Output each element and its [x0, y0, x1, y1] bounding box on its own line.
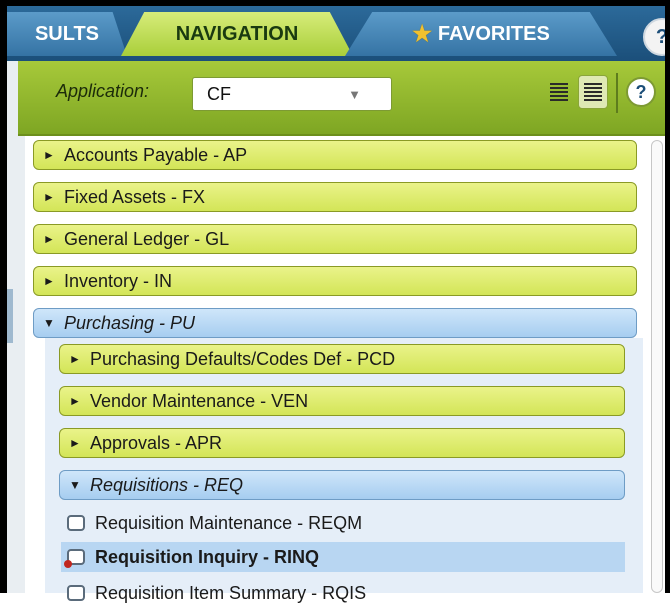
tab-navigation[interactable]: NAVIGATION — [121, 12, 353, 56]
star-icon: ★ — [412, 21, 432, 46]
tree-node-requisitions[interactable]: ▼ Requisitions - REQ — [59, 470, 625, 500]
help-icon: ? — [635, 81, 647, 102]
collapse-all-button[interactable] — [544, 75, 574, 109]
tab-bar: SULTS NAVIGATION ★ FAVORITES ? — [7, 6, 670, 61]
expand-arrow-icon: ► — [43, 232, 55, 246]
tree-node-vendor-maintenance[interactable]: ► Vendor Maintenance - VEN — [59, 386, 625, 416]
document-icon — [67, 515, 85, 531]
document-alert-icon — [64, 549, 85, 568]
tree-leaf-requisition-item-summary[interactable]: Requisition Item Summary - RQIS — [61, 578, 625, 608]
tree-node-label: Fixed Assets - FX — [64, 186, 206, 207]
tree-node-label: Approvals - APR — [90, 432, 223, 453]
vertical-scrollbar[interactable] — [651, 140, 663, 593]
navigation-tree: ► Accounts Payable - AP ► Fixed Assets -… — [25, 136, 665, 603]
collapsed-left-panel — [7, 61, 25, 593]
toolbar-divider — [616, 73, 618, 113]
tree-node-label: Purchasing Defaults/Codes Def - PCD — [90, 348, 396, 369]
application-select[interactable]: CF ▼ — [192, 77, 392, 111]
tab-navigation-label: NAVIGATION — [175, 22, 299, 45]
expand-arrow-icon: ► — [69, 394, 81, 408]
tree-leaf-label: Requisition Maintenance - REQM — [95, 512, 363, 533]
tree-leaf-requisition-inquiry[interactable]: Requisition Inquiry - RINQ — [61, 542, 625, 572]
tab-favorites[interactable]: ★ FAVORITES — [345, 12, 617, 56]
tree-node-purchasing-defaults[interactable]: ► Purchasing Defaults/Codes Def - PCD — [59, 344, 625, 374]
tree-node-approvals[interactable]: ► Approvals - APR — [59, 428, 625, 458]
tree-leaf-label: Requisition Inquiry - RINQ — [95, 546, 319, 567]
tree-node-label: General Ledger - GL — [64, 228, 230, 249]
tree-node-label: Purchasing - PU — [64, 312, 196, 333]
align-lines-icon — [584, 81, 602, 103]
collapse-arrow-icon: ▼ — [69, 478, 81, 492]
window-frame-right — [665, 0, 670, 593]
chevron-down-icon: ▼ — [348, 87, 361, 102]
tree-node-general-ledger[interactable]: ► General Ledger - GL — [33, 224, 637, 254]
align-lines-icon — [550, 81, 568, 103]
tree-node-label: Inventory - IN — [64, 270, 173, 291]
document-icon — [67, 585, 85, 601]
tree-leaf-label: Requisition Item Summary - RQIS — [95, 582, 367, 603]
collapse-arrow-icon: ▼ — [43, 316, 55, 330]
tab-results-label: SULTS — [34, 22, 100, 45]
expand-all-button[interactable] — [578, 75, 608, 109]
expand-arrow-icon: ► — [43, 274, 55, 288]
expand-arrow-icon: ► — [43, 148, 55, 162]
panel-resize-handle[interactable] — [7, 289, 13, 343]
tree-node-label: Requisitions - REQ — [90, 474, 244, 495]
application-select-value: CF — [207, 83, 231, 104]
tree-node-purchasing[interactable]: ▼ Purchasing - PU — [33, 308, 637, 338]
help-button[interactable]: ? — [626, 77, 656, 107]
application-label: Application: — [56, 81, 150, 101]
tree-node-inventory[interactable]: ► Inventory - IN — [33, 266, 637, 296]
tree-node-accounts-payable[interactable]: ► Accounts Payable - AP — [33, 140, 637, 170]
application-bar: Application: CF ▼ ? — [18, 61, 665, 136]
window-frame-left — [0, 0, 7, 593]
tree-node-fixed-assets[interactable]: ► Fixed Assets - FX — [33, 182, 637, 212]
tab-favorites-label: FAVORITES — [437, 22, 550, 45]
tree-leaf-requisition-maintenance[interactable]: Requisition Maintenance - REQM — [61, 508, 625, 538]
tree-node-label: Accounts Payable - AP — [64, 144, 248, 165]
tab-results[interactable]: SULTS — [7, 12, 127, 56]
expand-arrow-icon: ► — [69, 436, 81, 450]
expand-arrow-icon: ► — [69, 352, 81, 366]
expand-arrow-icon: ► — [43, 190, 55, 204]
tree-node-label: Vendor Maintenance - VEN — [90, 390, 309, 411]
